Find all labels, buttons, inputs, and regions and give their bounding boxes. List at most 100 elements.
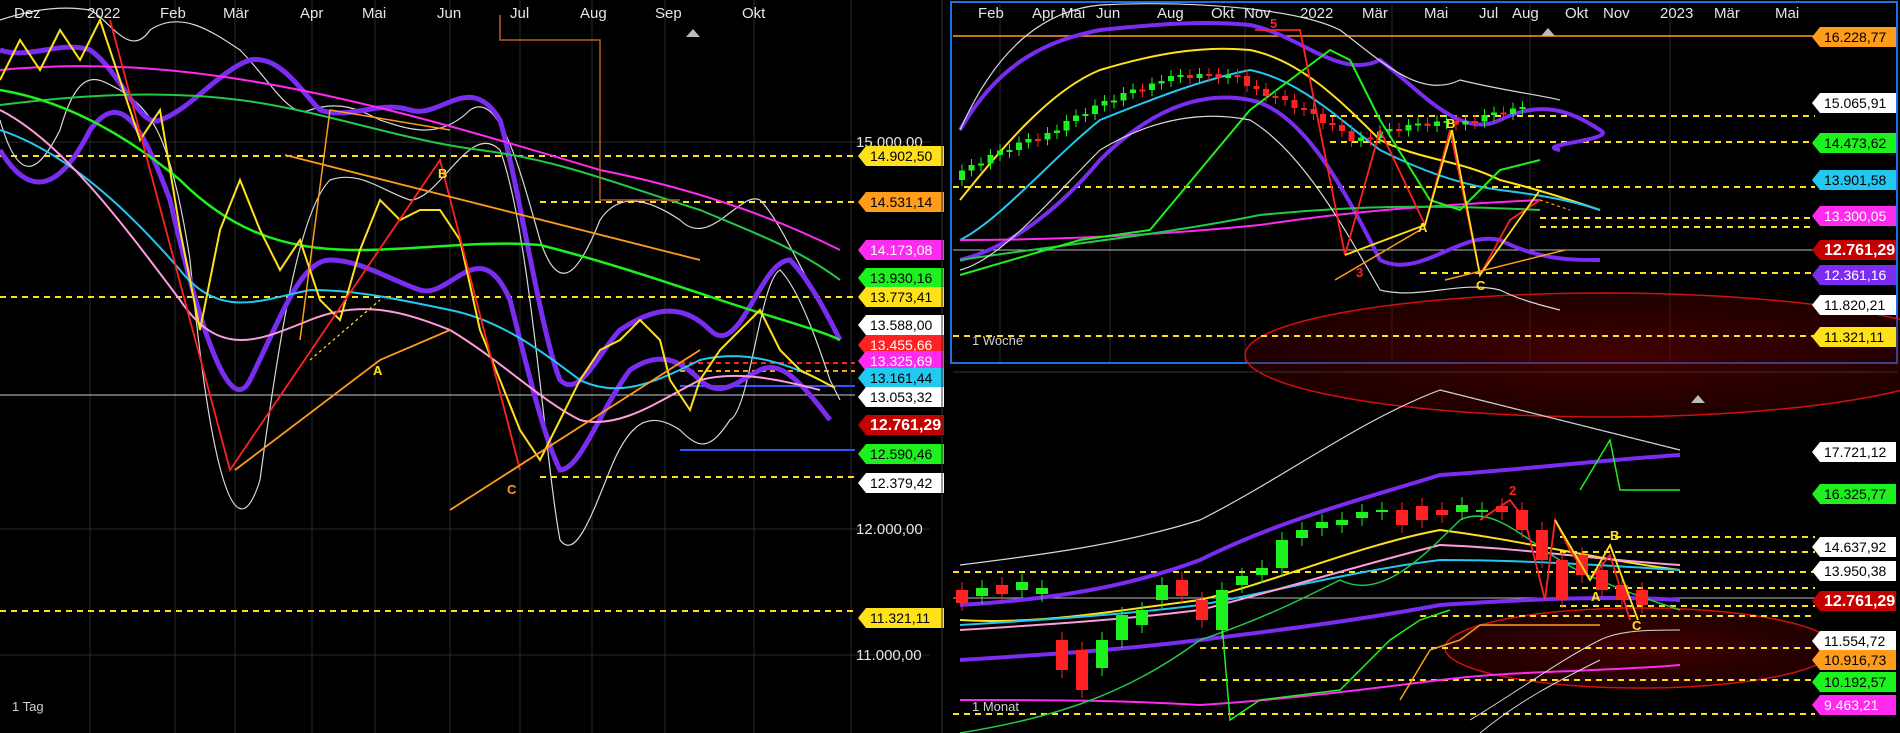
price-tag: 9.463,21: [1812, 695, 1896, 715]
monthly-period-label: 1 Monat: [972, 699, 1019, 714]
monthly-candle: [1036, 588, 1048, 594]
monthly-candle: [1636, 590, 1648, 605]
weekly-candle: [1073, 115, 1079, 121]
price-tag: 13.300,05: [1812, 206, 1896, 226]
price-tag-label: 13.950,38: [1824, 563, 1886, 579]
weekly-candle: [1291, 100, 1298, 108]
monthly-candle: [1436, 510, 1448, 515]
price-tag: 13.930,16: [858, 268, 944, 288]
price-tag-label: 13.455,66: [870, 337, 932, 353]
weekly-candle: [1301, 108, 1307, 110]
monthly-price-tags: 17.721,12 16.325,77 14.637,92 13.950,38 12.7…: [1812, 442, 1896, 715]
price-tag-label: 14.531,14: [870, 194, 932, 210]
weekly-candle: [1111, 100, 1117, 103]
monthly-candle: [1016, 582, 1028, 590]
price-tag: 14.173,08: [858, 240, 944, 260]
price-tag-label: 17.721,12: [1824, 444, 1886, 460]
weekly-candle: [1500, 112, 1507, 115]
price-tag: 11.820,21: [1812, 295, 1896, 315]
price-tag-label: 12.379,42: [870, 475, 932, 491]
weekly-candle: [1082, 114, 1089, 116]
weekly-x-tick: Jul: [1479, 5, 1498, 22]
weekly-candle: [1035, 139, 1041, 141]
monthly-candle: [1276, 540, 1288, 568]
weekly-x-tick: Nov: [1244, 5, 1271, 22]
price-tag-label: 12.761,29: [870, 417, 941, 434]
weekly-candle: [1348, 131, 1355, 141]
monthly-candle: [1556, 560, 1568, 600]
price-tag: 11.321,11: [1812, 327, 1896, 347]
price-tag: 12.761,29: [1812, 240, 1896, 260]
monthly-candle: [1536, 530, 1548, 560]
daily-period-label: 1 Tag: [12, 699, 44, 714]
monthly-candle: [996, 585, 1008, 594]
weekly-candle: [1234, 75, 1241, 77]
weekly-candle: [1206, 74, 1212, 76]
weekly-candle: [1006, 150, 1013, 152]
weekly-candle: [1472, 121, 1478, 123]
weekly-x-tick: Jun: [1096, 5, 1120, 22]
monthly-candle: [1076, 650, 1088, 690]
wave-label-b-monthly: B: [1610, 528, 1619, 543]
daily-x-tick: Apr: [300, 5, 323, 22]
price-tag-label: 14.902,50: [870, 148, 932, 164]
weekly-x-tick: 2023: [1660, 5, 1693, 22]
monthly-chart-panel[interactable]: 2 B A C 1 Monat 17.721,12 16.325,77 14.637…: [953, 371, 1897, 733]
wave-label-b-daily: B: [438, 166, 447, 181]
price-tag-label: 16.228,77: [1824, 29, 1886, 45]
monthly-candle: [1096, 640, 1108, 668]
weekly-candle: [1424, 123, 1431, 126]
weekly-candle: [1320, 114, 1326, 123]
weekly-candle: [1177, 75, 1184, 77]
price-tag: 13.161,44: [858, 368, 944, 388]
price-tag: 10.916,73: [1812, 650, 1896, 670]
monthly-candle: [1196, 600, 1208, 620]
weekly-candle: [1101, 101, 1108, 106]
price-tag-label: 10.192,57: [1824, 674, 1886, 690]
price-tag-label: 13.161,44: [870, 370, 932, 386]
wave-label-2-monthly: 2: [1509, 483, 1516, 498]
price-tag: 16.325,77: [1812, 484, 1896, 504]
weekly-candle: [1253, 86, 1260, 89]
monthly-candle: [1456, 505, 1468, 512]
price-tag-label: 13.901,58: [1824, 172, 1886, 188]
price-tag: 14.473,62: [1812, 133, 1896, 153]
price-tag-label: 13.773,41: [870, 289, 932, 305]
scroll-up-icon[interactable]: [1541, 28, 1555, 36]
price-tag-label: 12.761,29: [1824, 242, 1895, 259]
monthly-candle: [1376, 510, 1388, 512]
weekly-candle: [1149, 83, 1155, 90]
weekly-candle: [1025, 139, 1032, 143]
daily-chart-panel[interactable]: B A C Dez 2022 Feb Mär Apr Mai Jun Jul A…: [0, 0, 944, 733]
monthly-candle: [1136, 610, 1148, 625]
scroll-up-icon[interactable]: [686, 29, 700, 37]
monthly-candle: [1156, 585, 1168, 600]
price-tag-label: 13.930,16: [870, 270, 932, 286]
price-tag-label: 11.321,11: [1824, 329, 1884, 345]
weekly-candle: [1215, 74, 1222, 78]
weekly-candle: [987, 155, 994, 164]
weekly-x-tick: Okt: [1565, 5, 1589, 22]
weekly-chart-panel[interactable]: 5 3 B A C Feb Apr Mai Jun Aug Okt Nov 20…: [950, 1, 1900, 418]
weekly-x-tick: Okt: [1211, 5, 1235, 22]
monthly-candle: [1056, 640, 1068, 670]
weekly-candle: [1367, 137, 1374, 140]
weekly-x-tick: 2022: [1300, 5, 1333, 22]
price-tag: 12.590,46: [858, 444, 944, 464]
wave-label-c-daily: C: [507, 482, 517, 497]
weekly-candle: [1358, 137, 1364, 141]
weekly-candle: [1415, 123, 1421, 126]
weekly-x-axis: Feb Apr Mai Jun Aug Okt Nov 2022 Mär Mai…: [978, 5, 1799, 22]
weekly-candle: [1396, 129, 1402, 131]
weekly-candle: [1225, 75, 1231, 78]
weekly-candle: [1016, 142, 1022, 150]
price-tag-label: 14.637,92: [1824, 539, 1886, 555]
weekly-candle: [997, 150, 1003, 155]
daily-x-tick: Feb: [160, 5, 186, 22]
price-tag: 12.761,29: [858, 415, 944, 435]
wave-label-b-weekly: B: [1446, 116, 1455, 131]
monthly-candle: [1316, 522, 1328, 528]
weekly-x-tick: Mai: [1424, 5, 1448, 22]
monthly-candle: [1116, 615, 1128, 640]
price-tag: 15.065,91: [1812, 93, 1896, 113]
